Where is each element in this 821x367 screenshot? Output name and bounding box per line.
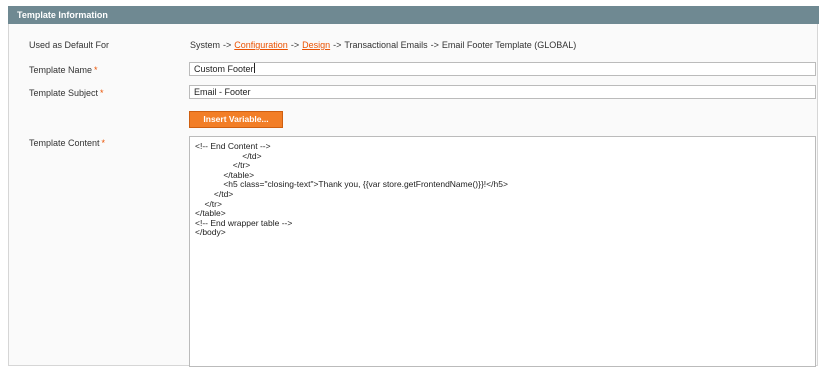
code-line: </td>	[195, 188, 234, 199]
used-default-path: System -> Configuration -> Design -> Transacti…	[190, 40, 576, 50]
template-name-label: Template Name *	[29, 65, 98, 75]
path-separator: ->	[430, 40, 439, 50]
required-asterisk: *	[101, 138, 106, 148]
template-name-label-text: Template Name	[29, 65, 93, 75]
path-link-configuration[interactable]: Configuration	[234, 40, 288, 50]
template-name-value: Custom Footer	[194, 64, 254, 74]
path-segment: System	[190, 40, 221, 50]
panel-title: Template Information	[8, 6, 819, 24]
template-content-label-text: Template Content	[29, 138, 100, 148]
code-line: <h5 class="closing-text">Thank you, {{va…	[195, 179, 508, 190]
code-line: <!-- End wrapper table -->	[195, 217, 293, 228]
template-information-panel: Template Information Used as Default For…	[8, 6, 819, 367]
template-subject-label-text: Template Subject	[29, 88, 99, 98]
used-default-label: Used as Default For	[29, 40, 110, 50]
template-name-input[interactable]: Custom Footer	[189, 62, 816, 76]
text-caret	[253, 63, 255, 73]
template-subject-label: Template Subject *	[29, 88, 104, 98]
path-segment: Email Footer Template (GLOBAL)	[441, 40, 577, 50]
insert-variable-button[interactable]: Insert Variable...	[189, 111, 283, 128]
template-content-label: Template Content *	[29, 138, 105, 148]
required-asterisk: *	[100, 88, 104, 98]
code-line: </body>	[195, 227, 226, 238]
code-line: <!-- End Content -->	[195, 141, 271, 151]
code-line: </tr>	[195, 160, 251, 171]
template-subject-input[interactable]: Email - Footer	[189, 85, 816, 99]
template-content-textarea[interactable]: <!-- End Content --> </td> </tr> </table…	[189, 136, 816, 367]
template-subject-value: Email - Footer	[194, 87, 251, 97]
code-line: </td>	[195, 150, 262, 161]
path-separator: ->	[290, 40, 300, 50]
path-segment: Transactional Emails	[344, 40, 428, 50]
required-asterisk: *	[94, 65, 98, 75]
path-link-design[interactable]: Design	[302, 40, 330, 50]
path-separator: ->	[333, 40, 342, 50]
code-line: </tr>	[195, 198, 222, 209]
path-separator: ->	[223, 40, 232, 50]
